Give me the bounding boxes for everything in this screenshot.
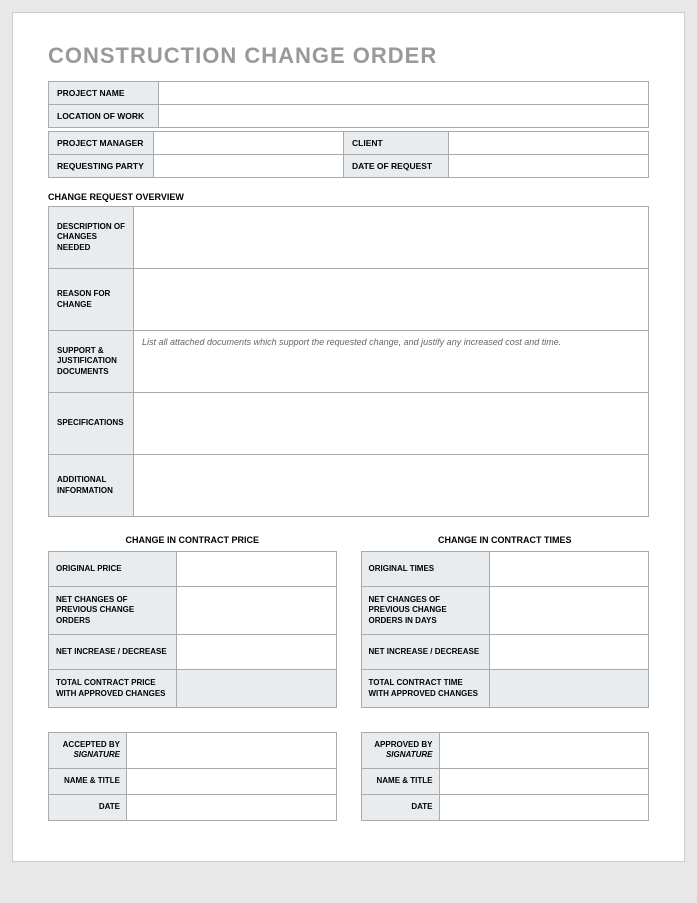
times-original-label: ORIGINAL TIMES: [361, 552, 489, 587]
times-total-field[interactable]: [489, 670, 649, 708]
requesting-field[interactable]: [154, 155, 344, 178]
accepted-sig-text: SIGNATURE: [73, 750, 120, 759]
accepted-by-label: ACCEPTED BY SIGNATURE: [49, 732, 127, 768]
price-netinc-label: NET INCREASE / DECREASE: [49, 635, 177, 670]
project-info-table: PROJECT NAME LOCATION OF WORK: [48, 81, 649, 128]
times-table: ORIGINAL TIMES NET CHANGES OF PREVIOUS C…: [361, 551, 650, 708]
requesting-label: REQUESTING PARTY: [49, 155, 154, 178]
support-label: SUPPORT & JUSTIFICATION DOCUMENTS: [49, 331, 134, 393]
reason-label: REASON FOR CHANGE: [49, 269, 134, 331]
approved-name-field[interactable]: [439, 768, 649, 794]
overview-header: CHANGE REQUEST OVERVIEW: [48, 192, 649, 202]
approved-date-label: DATE: [361, 794, 439, 820]
times-header: CHANGE IN CONTRACT TIMES: [361, 535, 650, 545]
document-page: CONSTRUCTION CHANGE ORDER PROJECT NAME L…: [12, 12, 685, 862]
price-original-field[interactable]: [177, 552, 337, 587]
price-header: CHANGE IN CONTRACT PRICE: [48, 535, 337, 545]
desc-label: DESCRIPTION OF CHANGES NEEDED: [49, 207, 134, 269]
approved-table: APPROVED BY SIGNATURE NAME & TITLE DATE: [361, 732, 650, 821]
location-field[interactable]: [159, 105, 649, 128]
project-name-label: PROJECT NAME: [49, 82, 159, 105]
date-request-field[interactable]: [449, 155, 649, 178]
price-netprev-label: NET CHANGES OF PREVIOUS CHANGE ORDERS: [49, 587, 177, 635]
price-table: ORIGINAL PRICE NET CHANGES OF PREVIOUS C…: [48, 551, 337, 708]
accepted-name-label: NAME & TITLE: [49, 768, 127, 794]
price-total-label: TOTAL CONTRACT PRICE WITH APPROVED CHANG…: [49, 670, 177, 708]
accepted-column: ACCEPTED BY SIGNATURE NAME & TITLE DATE: [48, 732, 337, 821]
times-netprev-field[interactable]: [489, 587, 649, 635]
price-column: CHANGE IN CONTRACT PRICE ORIGINAL PRICE …: [48, 535, 337, 708]
approved-column: APPROVED BY SIGNATURE NAME & TITLE DATE: [361, 732, 650, 821]
accepted-by-text: ACCEPTED BY: [63, 740, 120, 749]
client-label: CLIENT: [344, 132, 449, 155]
approved-by-label: APPROVED BY SIGNATURE: [361, 732, 439, 768]
addl-field[interactable]: [134, 455, 649, 517]
manager-client-table: PROJECT MANAGER CLIENT REQUESTING PARTY …: [48, 131, 649, 178]
accepted-date-label: DATE: [49, 794, 127, 820]
location-label: LOCATION OF WORK: [49, 105, 159, 128]
price-total-field[interactable]: [177, 670, 337, 708]
accepted-table: ACCEPTED BY SIGNATURE NAME & TITLE DATE: [48, 732, 337, 821]
times-netinc-field[interactable]: [489, 635, 649, 670]
price-times-row: CHANGE IN CONTRACT PRICE ORIGINAL PRICE …: [48, 535, 649, 708]
client-field[interactable]: [449, 132, 649, 155]
times-total-label: TOTAL CONTRACT TIME WITH APPROVED CHANGE…: [361, 670, 489, 708]
times-original-field[interactable]: [489, 552, 649, 587]
date-request-label: DATE OF REQUEST: [344, 155, 449, 178]
price-netinc-field[interactable]: [177, 635, 337, 670]
approved-by-text: APPROVED BY: [374, 740, 432, 749]
approved-name-label: NAME & TITLE: [361, 768, 439, 794]
times-column: CHANGE IN CONTRACT TIMES ORIGINAL TIMES …: [361, 535, 650, 708]
project-name-field[interactable]: [159, 82, 649, 105]
times-netinc-label: NET INCREASE / DECREASE: [361, 635, 489, 670]
approved-date-field[interactable]: [439, 794, 649, 820]
document-title: CONSTRUCTION CHANGE ORDER: [48, 43, 649, 69]
approved-sig-text: SIGNATURE: [386, 750, 433, 759]
spec-label: SPECIFICATIONS: [49, 393, 134, 455]
price-netprev-field[interactable]: [177, 587, 337, 635]
spec-field[interactable]: [134, 393, 649, 455]
accepted-name-field[interactable]: [127, 768, 337, 794]
addl-label: ADDITIONAL INFORMATION: [49, 455, 134, 517]
approved-by-field[interactable]: [439, 732, 649, 768]
overview-table: DESCRIPTION OF CHANGES NEEDED REASON FOR…: [48, 206, 649, 517]
signatures-row: ACCEPTED BY SIGNATURE NAME & TITLE DATE: [48, 732, 649, 821]
accepted-by-field[interactable]: [127, 732, 337, 768]
pm-field[interactable]: [154, 132, 344, 155]
reason-field[interactable]: [134, 269, 649, 331]
accepted-date-field[interactable]: [127, 794, 337, 820]
support-field[interactable]: List all attached documents which suppor…: [134, 331, 649, 393]
times-netprev-label: NET CHANGES OF PREVIOUS CHANGE ORDERS IN…: [361, 587, 489, 635]
price-original-label: ORIGINAL PRICE: [49, 552, 177, 587]
desc-field[interactable]: [134, 207, 649, 269]
pm-label: PROJECT MANAGER: [49, 132, 154, 155]
